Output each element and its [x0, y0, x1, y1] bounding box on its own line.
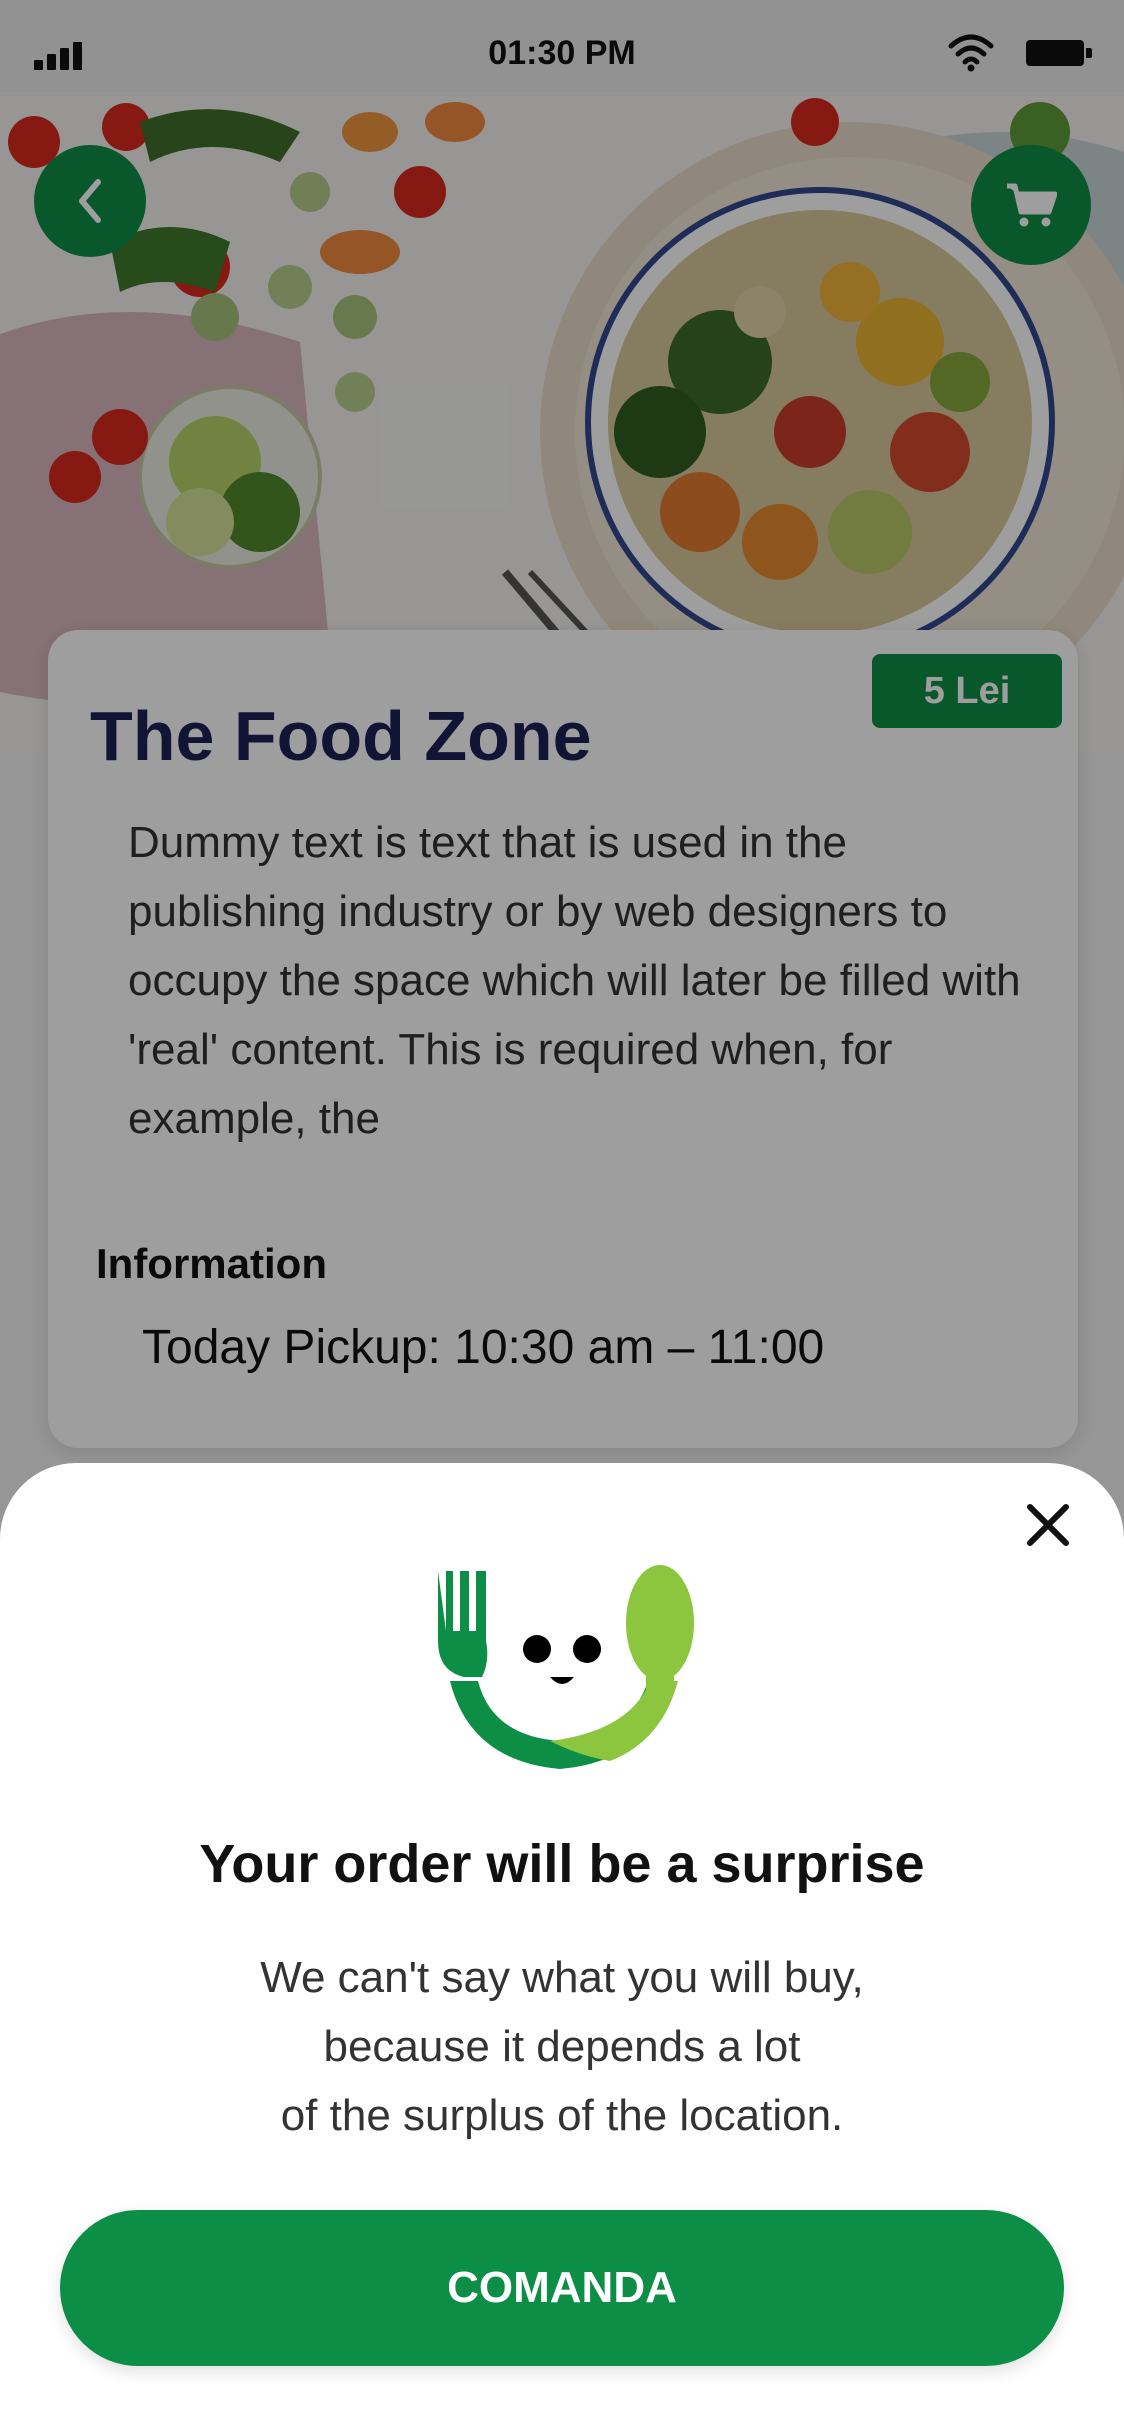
modal-title: Your order will be a surprise [199, 1834, 925, 1894]
close-button[interactable] [1018, 1495, 1078, 1555]
modal-body-line: because it depends a lot [323, 2022, 801, 2071]
close-icon [1027, 1504, 1069, 1546]
screen: 01:30 PM 5 Lei The Food Zone Dummy text … [0, 0, 1124, 2436]
modal-body-line: We can't say what you will buy, [260, 1953, 864, 2002]
fork-spoon-smile-logo [438, 1565, 694, 1769]
order-button[interactable]: COMANDA [60, 2210, 1064, 2366]
surprise-bottom-sheet: Your order will be a surprise We can't s… [0, 1463, 1124, 2436]
modal-body-line: of the surplus of the location. [280, 2091, 844, 2140]
modal-body: We can't say what you will buy, because … [0, 1943, 1124, 2150]
